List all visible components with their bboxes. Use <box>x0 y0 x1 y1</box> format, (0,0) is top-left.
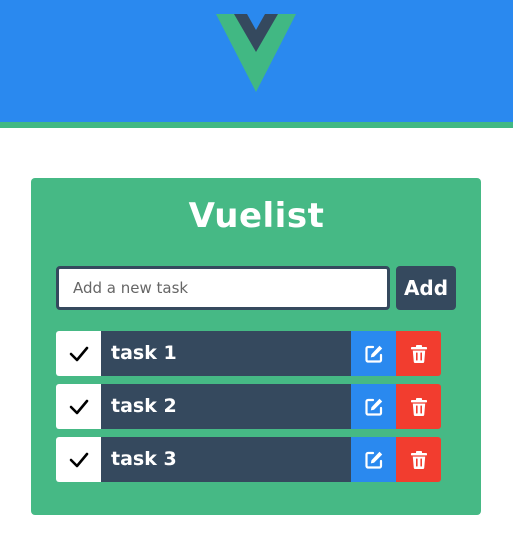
add-button[interactable]: Add <box>396 266 456 310</box>
trash-icon <box>410 397 427 416</box>
edit-task-button[interactable] <box>351 331 396 376</box>
new-task-input[interactable] <box>56 266 390 310</box>
edit-icon <box>364 345 382 363</box>
task-row: task 1 <box>56 331 441 376</box>
task-label: task 3 <box>101 437 351 482</box>
task-row: task 2 <box>56 384 441 429</box>
complete-task-button[interactable] <box>56 384 101 429</box>
delete-task-button[interactable] <box>396 384 441 429</box>
vue-logo-icon <box>216 14 296 92</box>
check-icon <box>69 399 88 414</box>
task-label: task 2 <box>101 384 351 429</box>
task-row: task 3 <box>56 437 441 482</box>
edit-task-button[interactable] <box>351 437 396 482</box>
delete-task-button[interactable] <box>396 437 441 482</box>
check-icon <box>69 346 88 361</box>
header-stripe <box>0 122 513 128</box>
trash-icon <box>410 344 427 363</box>
complete-task-button[interactable] <box>56 331 101 376</box>
edit-icon <box>364 451 382 469</box>
trash-icon <box>410 450 427 469</box>
complete-task-button[interactable] <box>56 437 101 482</box>
app-title: Vuelist <box>188 196 325 236</box>
task-list: task 1 task 2 task 3 <box>56 331 441 490</box>
task-label: task 1 <box>101 331 351 376</box>
edit-task-button[interactable] <box>351 384 396 429</box>
header-bar <box>0 0 513 122</box>
edit-icon <box>364 398 382 416</box>
delete-task-button[interactable] <box>396 331 441 376</box>
check-icon <box>69 452 88 467</box>
